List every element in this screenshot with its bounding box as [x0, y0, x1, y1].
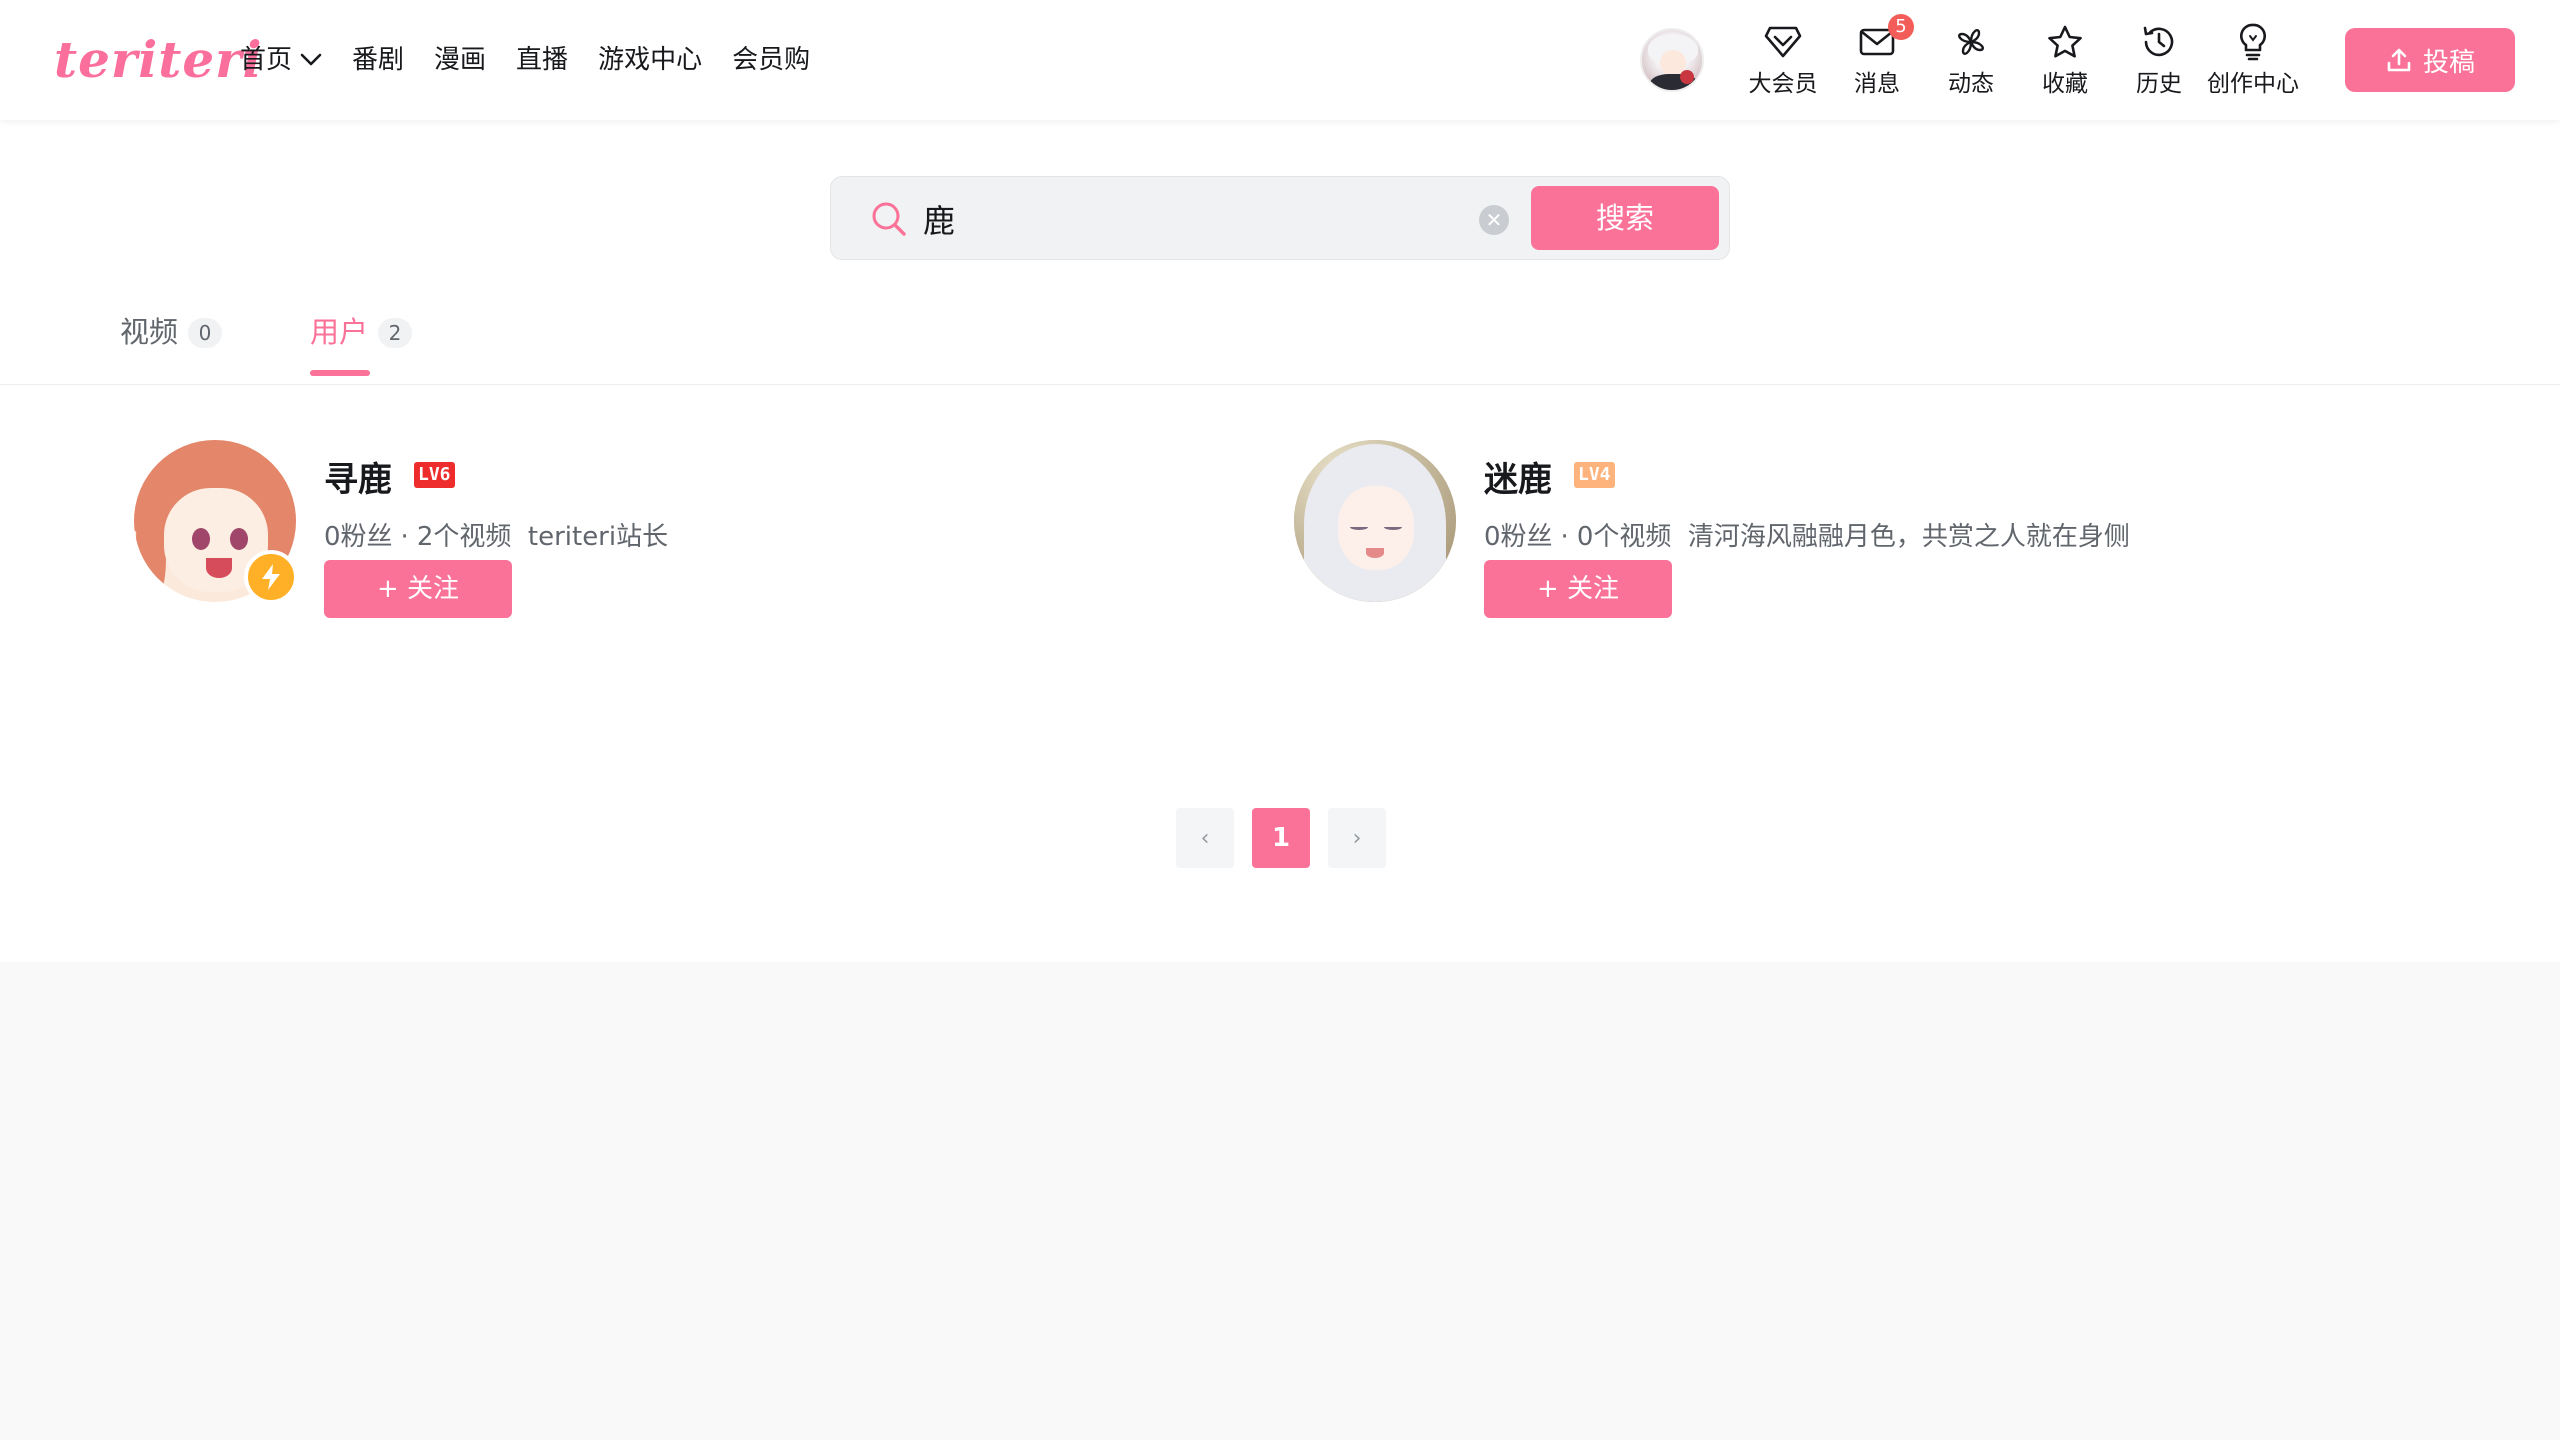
video-count: 0个视频: [1576, 522, 1672, 552]
message-count-badge: 5: [1888, 14, 1914, 40]
messages-entry[interactable]: 5 消息: [1830, 14, 1924, 98]
search-results-panel: ✕ 搜索 视频 0 用户 2 寻鹿 LV6 0粉丝·2个视频: [0, 120, 2560, 962]
tabs-divider: [0, 384, 2560, 385]
separator-dot: ·: [400, 522, 409, 552]
tab-users[interactable]: 用户 2: [310, 310, 413, 380]
star-icon: [2048, 25, 2082, 58]
nav-item-label: 游戏中心: [598, 45, 703, 75]
search-input[interactable]: [923, 191, 1483, 247]
lightbulb-icon: [2240, 23, 2266, 61]
clear-search-icon[interactable]: ✕: [1479, 205, 1509, 235]
search-button[interactable]: 搜索: [1531, 186, 1719, 250]
vip-entry[interactable]: 大会员: [1736, 22, 1830, 98]
creator-center-label: 创作中心: [2207, 71, 2299, 97]
site-logo[interactable]: teriteri: [54, 28, 263, 92]
nav-item-label: 首页: [240, 45, 293, 75]
user-stats: 0粉丝 · 0个视频 清河海风融融月色，共赏之人就在身侧: [1484, 516, 2130, 553]
video-count: 2个视频: [416, 522, 512, 552]
nav-item-anime[interactable]: 番剧: [352, 36, 404, 84]
level-badge: LV4: [1574, 462, 1615, 488]
nav-item-manga[interactable]: 漫画: [434, 36, 486, 84]
user-avatar[interactable]: [1640, 28, 1704, 92]
nav-item-shop[interactable]: 会员购: [732, 36, 810, 84]
follow-button[interactable]: + 关注: [324, 560, 512, 618]
dynamics-label: 动态: [1948, 71, 1994, 97]
chevron-down-icon: [300, 53, 322, 66]
user-result-card: 寻鹿 LV6 0粉丝 · 2个视频 teriteri站长 + 关注: [134, 440, 1234, 618]
verified-lightning-icon: [244, 550, 298, 604]
tab-label: 用户: [310, 315, 369, 349]
level-badge: LV6: [414, 462, 455, 488]
nav-item-live[interactable]: 直播: [516, 36, 568, 84]
nav-item-label: 漫画: [434, 45, 487, 75]
history-entry[interactable]: 历史: [2112, 22, 2206, 98]
fans-count: 0粉丝: [1484, 522, 1553, 552]
user-bio: teriteri站长: [527, 522, 669, 552]
user-avatar[interactable]: [1294, 440, 1456, 602]
separator-dot: ·: [1560, 522, 1569, 552]
tab-count-badge: 2: [378, 318, 413, 348]
history-label: 历史: [2136, 71, 2182, 97]
active-tab-indicator: [310, 370, 371, 376]
main-nav: 首页 番剧 漫画 直播 游戏中心 会员购: [240, 36, 840, 84]
nav-item-game-center[interactable]: 游戏中心: [598, 36, 702, 84]
user-name[interactable]: 迷鹿: [1484, 452, 1552, 501]
tab-count-badge: 0: [188, 318, 223, 348]
vip-label: 大会员: [1748, 71, 1818, 97]
favorites-label: 收藏: [2042, 71, 2088, 97]
user-name[interactable]: 寻鹿: [324, 452, 392, 501]
nav-item-label: 番剧: [352, 45, 405, 75]
user-stats: 0粉丝 · 2个视频 teriteri站长: [324, 516, 668, 553]
favorites-entry[interactable]: 收藏: [2018, 22, 2112, 98]
creator-center-entry[interactable]: 创作中心: [2206, 22, 2300, 98]
prev-page-button[interactable]: ‹: [1176, 808, 1234, 868]
pagination: ‹ 1 ›: [1176, 808, 1404, 868]
upload-icon: [2387, 48, 2411, 72]
page-number-button[interactable]: 1: [1252, 808, 1310, 868]
fans-count: 0粉丝: [324, 522, 393, 552]
top-header: teriteri 首页 番剧 漫画 直播 游戏中心 会员购 大会员 5 消息 动…: [0, 0, 2560, 120]
pinwheel-icon: [1958, 29, 1984, 55]
upload-button[interactable]: 投稿: [2345, 28, 2515, 92]
tab-videos[interactable]: 视频 0: [120, 310, 223, 380]
diamond-icon: [1764, 26, 1802, 58]
nav-item-label: 直播: [516, 45, 569, 75]
nav-item-label: 会员购: [732, 45, 811, 75]
search-icon: [872, 202, 906, 236]
result-tabs: 视频 0 用户 2: [120, 310, 500, 380]
history-icon: [2143, 26, 2174, 57]
user-bio: 清河海风融融月色，共赏之人就在身侧: [1687, 522, 2130, 552]
upload-label: 投稿: [2422, 47, 2475, 78]
tab-label: 视频: [120, 315, 179, 349]
user-result-card: 迷鹿 LV4 0粉丝 · 0个视频 清河海风融融月色，共赏之人就在身侧 + 关注: [1294, 440, 2494, 618]
messages-label: 消息: [1854, 71, 1900, 97]
follow-button[interactable]: + 关注: [1484, 560, 1672, 618]
user-nav: 大会员 5 消息 动态 收藏 历史 创作中心: [1640, 14, 2300, 100]
dynamics-entry[interactable]: 动态: [1924, 22, 2018, 98]
search-bar: ✕ 搜索: [830, 176, 1730, 260]
nav-item-home[interactable]: 首页: [240, 36, 322, 84]
next-page-button[interactable]: ›: [1328, 808, 1386, 868]
